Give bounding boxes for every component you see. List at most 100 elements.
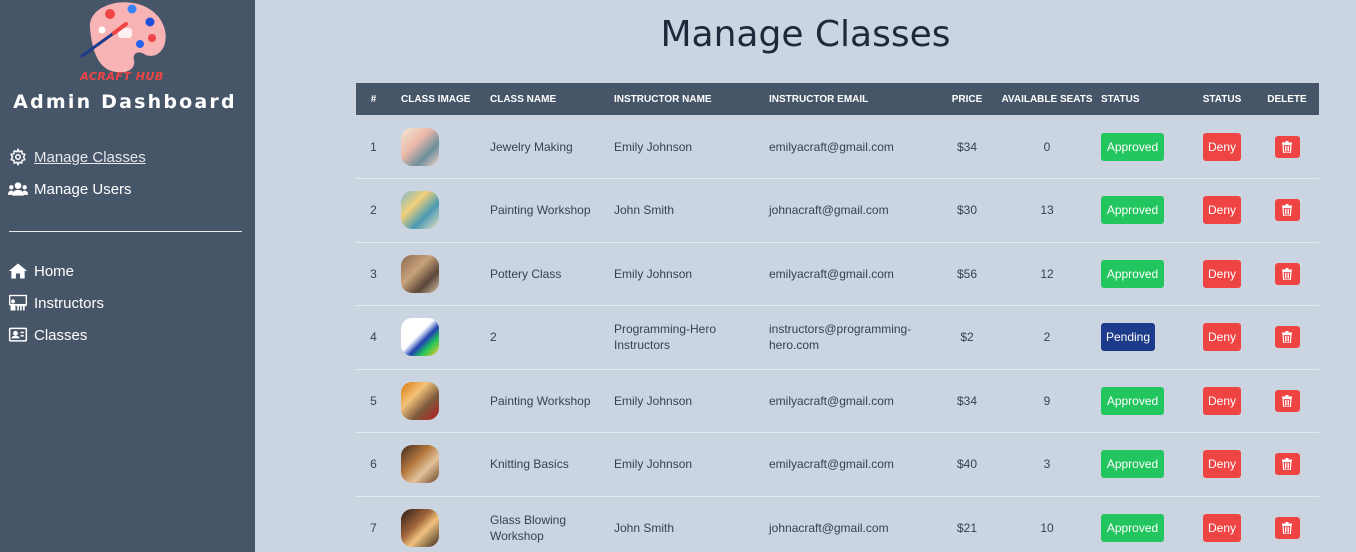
nav-manage-classes[interactable]: Manage Classes xyxy=(8,145,146,169)
header-class-image: CLASS IMAGE xyxy=(401,93,471,105)
row-number: 5 xyxy=(370,393,377,408)
table-row: 7 Glass Blowing Workshop John Smith john… xyxy=(356,496,1319,552)
palette-logo-icon: ACRAFT HUB xyxy=(79,2,166,83)
status-button[interactable]: Approved xyxy=(1101,132,1164,161)
deny-button[interactable]: Deny xyxy=(1203,386,1241,415)
header-instructor-email: INSTRUCTOR EMAIL xyxy=(769,93,869,105)
table-row: 3 Pottery Class Emily Johnson emilyacraf… xyxy=(356,242,1319,306)
delete-button[interactable] xyxy=(1274,453,1300,476)
status-button[interactable]: Approved xyxy=(1101,386,1164,415)
row-number: 4 xyxy=(370,330,377,345)
brand-logo[interactable]: ACRAFT HUB xyxy=(72,0,172,84)
class-thumbnail xyxy=(401,508,439,547)
available-seats: 3 xyxy=(1043,457,1051,472)
row-number: 2 xyxy=(370,203,377,218)
page-title: Manage Classes xyxy=(660,14,951,55)
deny-button[interactable]: Deny xyxy=(1203,323,1241,352)
table-row: 6 Knitting Basics Emily Johnson emilyacr… xyxy=(356,433,1319,496)
delete-button[interactable] xyxy=(1274,135,1300,158)
delete-button[interactable] xyxy=(1274,199,1300,222)
deny-button[interactable]: Deny xyxy=(1203,196,1241,225)
class-thumbnail xyxy=(401,127,439,166)
trash-icon xyxy=(1282,140,1292,153)
available-seats: 12 xyxy=(1040,266,1054,281)
nav-home[interactable]: Home xyxy=(8,259,74,283)
dashboard-title: Admin Dashboard xyxy=(13,91,237,113)
delete-button[interactable] xyxy=(1274,326,1300,349)
instructor-email: emilyacraft@gmail.com xyxy=(769,139,894,154)
table-row: 1 Jewelry Making Emily Johnson emilyacra… xyxy=(356,115,1319,179)
delete-button[interactable] xyxy=(1274,262,1300,285)
class-price: $56 xyxy=(956,266,978,281)
class-price: $34 xyxy=(956,393,978,408)
trash-icon xyxy=(1282,204,1292,217)
instructor-name: Emily Johnson xyxy=(614,393,693,408)
instructor-email: emilyacraft@gmail.com xyxy=(769,266,894,281)
class-price: $30 xyxy=(956,203,978,218)
instructor-name: John Smith xyxy=(614,203,675,218)
nav-label: Classes xyxy=(34,326,88,344)
header-number: # xyxy=(370,93,377,105)
home-icon xyxy=(8,261,28,281)
status-button[interactable]: Approved xyxy=(1101,196,1164,225)
deny-button[interactable]: Deny xyxy=(1203,450,1241,479)
table-row: 5 Painting Workshop Emily Johnson emilya… xyxy=(356,369,1319,433)
trash-icon xyxy=(1282,331,1292,344)
table-row: 2 Painting Workshop John Smith johnacraf… xyxy=(356,179,1319,242)
trash-icon xyxy=(1282,394,1292,407)
nav-label: Home xyxy=(34,262,75,280)
sidebar-divider xyxy=(9,231,242,232)
header-status-deny: STATUS xyxy=(1202,93,1242,105)
instructor-name: Emily Johnson xyxy=(614,139,693,154)
instructors-icon xyxy=(8,293,28,313)
available-seats: 13 xyxy=(1040,203,1054,218)
class-name: Jewelry Making xyxy=(490,139,573,154)
class-thumbnail xyxy=(401,445,439,484)
available-seats: 2 xyxy=(1043,330,1051,345)
header-price: PRICE xyxy=(951,93,983,105)
row-number: 7 xyxy=(370,520,377,535)
class-price: $21 xyxy=(956,520,978,535)
classes-icon xyxy=(8,325,28,345)
nav-label: Manage Classes xyxy=(34,148,146,166)
classes-table-container: # CLASS IMAGE CLASS NAME INSTRUCTOR NAME… xyxy=(356,83,1319,552)
instructor-email: johnacraft@gmail.com xyxy=(769,203,889,218)
nav-manage-users[interactable]: Manage Users xyxy=(8,177,132,201)
row-number: 1 xyxy=(370,139,377,154)
class-thumbnail xyxy=(401,254,439,293)
available-seats: 9 xyxy=(1043,393,1051,408)
deny-button[interactable]: Deny xyxy=(1203,132,1241,161)
available-seats: 10 xyxy=(1040,520,1054,535)
class-thumbnail xyxy=(401,191,439,230)
status-button[interactable]: Approved xyxy=(1101,259,1164,288)
row-number: 3 xyxy=(370,266,377,281)
instructor-email: emilyacraft@gmail.com xyxy=(769,457,894,472)
status-button[interactable]: Pending xyxy=(1101,323,1155,352)
class-name: Painting Workshop xyxy=(490,393,591,408)
status-button[interactable]: Approved xyxy=(1101,513,1164,542)
deny-button[interactable]: Deny xyxy=(1203,513,1241,542)
nav-classes[interactable]: Classes xyxy=(8,323,87,347)
nav-label: Manage Users xyxy=(34,180,132,198)
instructor-name: John Smith xyxy=(614,520,675,535)
svg-text:ACRAFT HUB: ACRAFT HUB xyxy=(79,70,164,83)
delete-button[interactable] xyxy=(1274,516,1300,539)
class-name: Glass Blowing Workshop xyxy=(490,512,567,543)
class-price: $34 xyxy=(956,139,978,154)
header-instructor-name: INSTRUCTOR NAME xyxy=(614,93,712,105)
instructor-email: johnacraft@gmail.com xyxy=(769,520,889,535)
classes-table: # CLASS IMAGE CLASS NAME INSTRUCTOR NAME… xyxy=(356,83,1319,552)
header-available-seats: AVAILABLE SEATS xyxy=(1001,93,1093,105)
class-thumbnail xyxy=(401,318,439,357)
class-name: 2 xyxy=(490,330,497,345)
class-name: Painting Workshop xyxy=(490,203,591,218)
table-row: 4 2 Programming-Hero Instructors instruc… xyxy=(356,306,1319,369)
deny-button[interactable]: Deny xyxy=(1203,259,1241,288)
status-button[interactable]: Approved xyxy=(1101,450,1164,479)
delete-button[interactable] xyxy=(1274,389,1300,412)
nav-label: Instructors xyxy=(34,294,105,312)
instructor-email: instructors@programming-hero.com xyxy=(769,322,912,353)
nav-instructors[interactable]: Instructors xyxy=(8,291,104,315)
class-thumbnail xyxy=(401,381,439,420)
users-icon xyxy=(8,179,28,199)
